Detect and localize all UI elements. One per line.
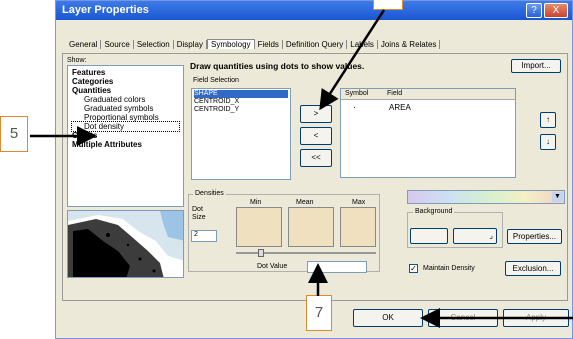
annotation-arrows	[30, 9, 573, 328]
arrow-to-add-button	[319, 9, 386, 111]
